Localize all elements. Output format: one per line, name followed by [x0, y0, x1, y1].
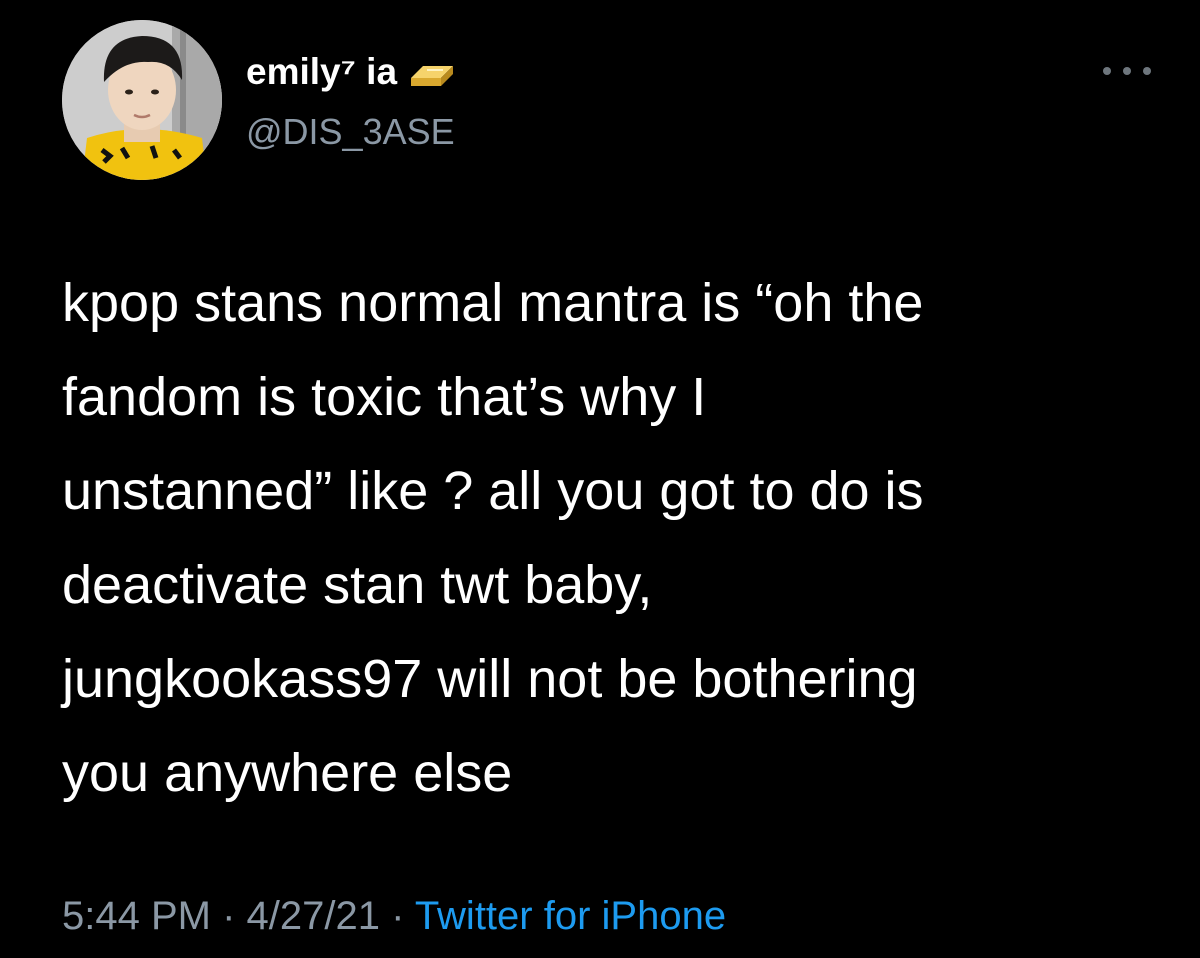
tweet-text-line: deactivate stan twt baby,: [62, 555, 653, 615]
avatar-photo: [62, 20, 222, 180]
more-options-button[interactable]: [1103, 58, 1151, 84]
tweet-text-line: fandom is toxic that’s why I: [62, 367, 707, 427]
tweet-date[interactable]: 4/27/21: [247, 894, 380, 938]
tweet-time[interactable]: 5:44 PM: [62, 894, 211, 938]
more-options-icon: [1103, 67, 1111, 75]
tweet-text: kpop stans normal mantra is “oh the fand…: [62, 256, 1162, 820]
tweet-text-line: kpop stans normal mantra is “oh the: [62, 273, 924, 333]
gold-bar-icon: [407, 53, 455, 103]
tweet-text-line: unstanned” like ? all you got to do is: [62, 461, 924, 521]
avatar[interactable]: [62, 20, 222, 180]
meta-separator: ·: [379, 894, 415, 938]
display-name-text: emily⁷ ia: [246, 51, 398, 92]
more-options-icon-dot: [1123, 67, 1131, 75]
more-options-icon-dot: [1143, 67, 1151, 75]
user-handle[interactable]: @DIS_3ASE: [246, 107, 455, 157]
tweet-meta: 5:44 PM · 4/27/21 · Twitter for iPhone: [62, 888, 726, 944]
tweet-text-line: jungkookass97 will not be bothering: [62, 649, 918, 709]
tweet-text-line: you anywhere else: [62, 743, 513, 803]
display-name[interactable]: emily⁷ ia: [246, 47, 455, 103]
tweet-source-link[interactable]: Twitter for iPhone: [415, 894, 726, 938]
meta-separator: ·: [210, 894, 247, 938]
